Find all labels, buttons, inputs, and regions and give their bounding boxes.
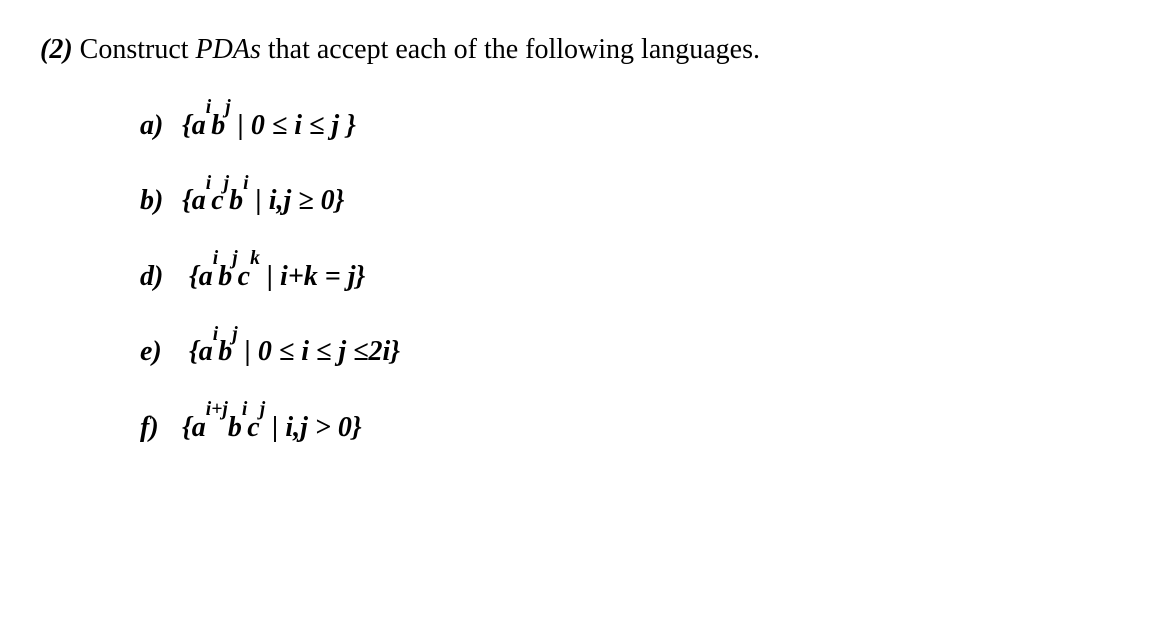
math-expr-f: {ai+jbicj | i,j > 0} (182, 412, 362, 443)
exp-f2: i (242, 399, 247, 420)
math-expr-d: {aibjck | i+k = j} (189, 261, 365, 292)
open-brace: { (182, 185, 192, 216)
open-brace: { (189, 336, 199, 367)
exp-e2: j (232, 324, 237, 345)
exp-f3: j (260, 399, 265, 420)
base-f2: b (228, 412, 242, 443)
option-label-e: e) (140, 332, 175, 371)
option-f: f) {ai+jbicj | i,j > 0} (140, 406, 1118, 447)
math-expr-b: {aicjbi | i,j ≥ 0} (182, 185, 344, 216)
option-d: d) {aibjck | i+k = j} (140, 255, 1118, 296)
cond-b: | i,j ≥ 0} (249, 185, 345, 216)
header-text-post: that accept each of the following langua… (261, 34, 760, 65)
open-brace: { (182, 412, 192, 443)
open-brace: { (182, 110, 192, 141)
base-e2: b (218, 336, 232, 367)
option-label-d: d) (140, 257, 175, 296)
exp-e1: i (213, 324, 218, 345)
acronym: PDAs (196, 34, 261, 65)
math-expr-e: {aibj | 0 ≤ i ≤ j ≤2i} (189, 336, 400, 367)
option-label-f: f) (140, 408, 175, 447)
exp-b1: i (206, 173, 211, 194)
header-text-pre: Construct (73, 34, 196, 65)
base-b3: b (229, 185, 243, 216)
exp-f1: i+j (206, 399, 228, 420)
cond-e: | 0 ≤ i ≤ j ≤2i} (238, 336, 400, 367)
exp-d3: k (250, 248, 260, 269)
cond-a: | 0 ≤ i ≤ j } (231, 110, 356, 141)
base-e1: a (199, 336, 213, 367)
option-b: b) {aicjbi | i,j ≥ 0} (140, 180, 1118, 221)
cond-f: | i,j > 0} (265, 412, 361, 443)
base-f1: a (192, 412, 206, 443)
options-container: a) {aibj | 0 ≤ i ≤ j } b) {aicjbi | i,j … (40, 104, 1118, 447)
base-d3: c (238, 261, 250, 292)
base-b2: c (211, 185, 223, 216)
option-label-b: b) (140, 181, 175, 220)
base-d2: b (218, 261, 232, 292)
exp-d2: j (232, 248, 237, 269)
option-a: a) {aibj | 0 ≤ i ≤ j } (140, 104, 1118, 145)
question-number: (2) (40, 34, 73, 65)
question-header: (2) Construct PDAs that accept each of t… (40, 30, 1118, 69)
exp-b3: i (243, 173, 248, 194)
open-brace: { (189, 261, 199, 292)
base-f3: c (247, 412, 259, 443)
option-label-a: a) (140, 106, 175, 145)
base-d1: a (199, 261, 213, 292)
cond-d: | i+k = j} (260, 261, 365, 292)
exp-d1: i (213, 248, 218, 269)
base-a2: b (211, 110, 225, 141)
exp-a1: i (206, 97, 211, 118)
exp-a2: j (225, 97, 230, 118)
exp-b2: j (224, 173, 229, 194)
option-e: e) {aibj | 0 ≤ i ≤ j ≤2i} (140, 331, 1118, 372)
base-a1: a (192, 110, 206, 141)
math-expr-a: {aibj | 0 ≤ i ≤ j } (182, 110, 356, 141)
base-b1: a (192, 185, 206, 216)
